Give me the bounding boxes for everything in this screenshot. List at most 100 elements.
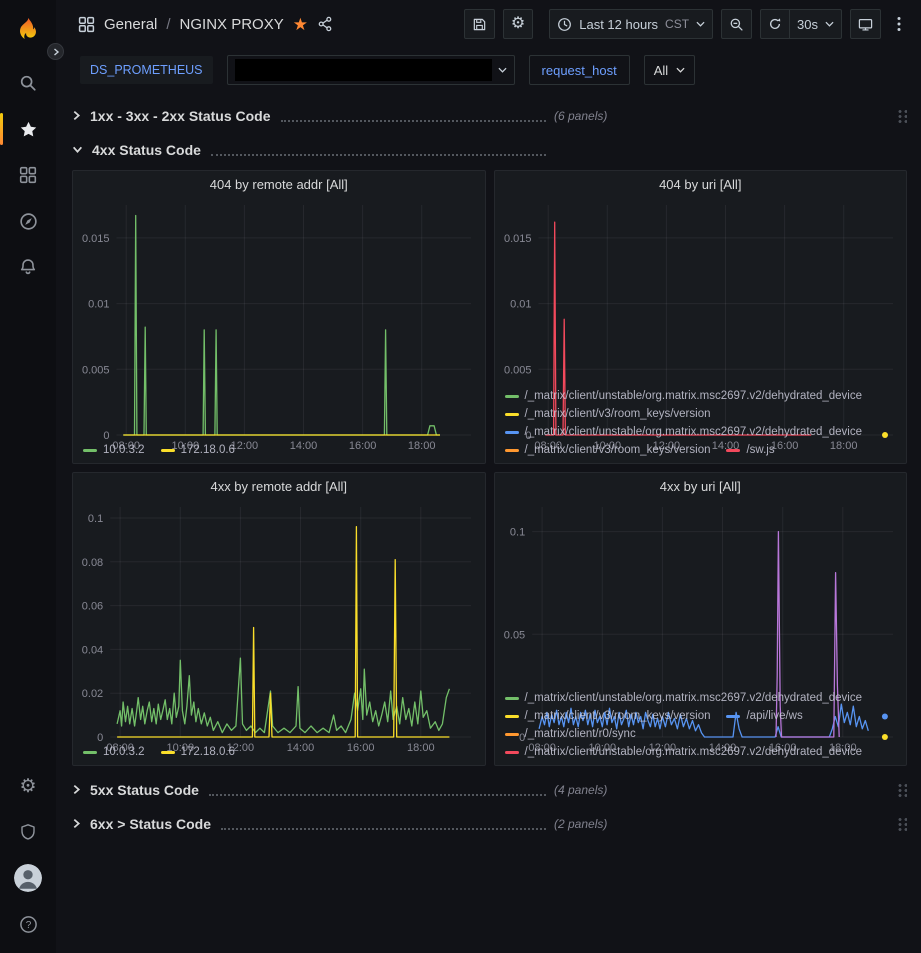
svg-text:0.04: 0.04 bbox=[82, 644, 103, 656]
panel-chart[interactable]: 00.050.108:0010:0012:0014:0016:0018:00 bbox=[495, 499, 907, 691]
panel-404-by-uri: 404 by uri [All] 00.0050.010.01508:0010:… bbox=[494, 170, 908, 464]
time-range-picker[interactable]: Last 12 hours CST bbox=[549, 9, 713, 39]
dashboard-header: General / NGINX PROXY ★ bbox=[56, 0, 921, 48]
legend-item[interactable]: /_matrix/client/v3/room_keys/version bbox=[505, 408, 711, 420]
grafana-flame-icon bbox=[13, 16, 43, 46]
refresh-group: 30s bbox=[760, 9, 842, 39]
toolbar: ⚙ Last 12 hours CST bbox=[464, 9, 909, 39]
row-drag-handle[interactable] bbox=[896, 108, 907, 123]
breadcrumb: General / NGINX PROXY ★ bbox=[78, 16, 464, 33]
zoom-out-time-button[interactable] bbox=[721, 9, 752, 39]
row-panel-count: (2 panels) bbox=[554, 817, 607, 831]
kebab-menu-icon bbox=[897, 16, 901, 32]
legend-item[interactable]: /_matrix/client/v3/room_keys/version bbox=[505, 710, 711, 722]
panel-title[interactable]: 404 by remote addr [All] bbox=[73, 171, 485, 197]
sidebar-item-starred[interactable] bbox=[0, 106, 56, 152]
legend-item[interactable]: /_matrix/client/unstable/org.matrix.msc2… bbox=[505, 746, 863, 758]
apps-icon[interactable] bbox=[78, 16, 95, 33]
sidebar-item-alerting[interactable] bbox=[0, 244, 56, 290]
sidebar-item-help[interactable]: ? bbox=[0, 901, 56, 947]
sidebar-item-profile[interactable] bbox=[0, 855, 56, 901]
legend-swatch bbox=[161, 751, 175, 754]
svg-text:0.08: 0.08 bbox=[82, 557, 103, 569]
panel-title[interactable]: 4xx by uri [All] bbox=[495, 473, 907, 499]
row-title: 4xx Status Code bbox=[92, 142, 201, 158]
svg-text:0.01: 0.01 bbox=[88, 299, 109, 311]
row-header-5xx[interactable]: 5xx Status Code (4 panels) bbox=[72, 776, 907, 803]
star-icon bbox=[19, 120, 38, 139]
share-button[interactable] bbox=[317, 16, 333, 32]
row-drag-handle[interactable] bbox=[896, 782, 907, 797]
sidebar-item-search[interactable] bbox=[0, 60, 56, 106]
svg-text:0.06: 0.06 bbox=[82, 601, 103, 613]
sidebar-item-configuration[interactable]: ⚙ bbox=[0, 763, 56, 809]
request-host-variable-select[interactable]: All bbox=[644, 55, 695, 85]
main-area: General / NGINX PROXY ★ bbox=[56, 0, 921, 953]
legend-item[interactable]: /_matrix/client/unstable/org.matrix.msc2… bbox=[505, 426, 863, 438]
legend-swatch bbox=[505, 697, 519, 700]
panel-chart[interactable]: 00.020.040.060.080.108:0010:0012:0014:00… bbox=[73, 499, 485, 745]
legend-item[interactable]: 172.18.0.6 bbox=[161, 444, 235, 456]
legend-swatch bbox=[505, 395, 519, 398]
dashboard-settings-button[interactable]: ⚙ bbox=[503, 9, 533, 39]
legend-label: 10.0.3.2 bbox=[103, 444, 145, 456]
legend-swatch bbox=[83, 751, 97, 754]
legend-item[interactable]: 10.0.3.2 bbox=[83, 746, 145, 758]
row-header-4xx[interactable]: 4xx Status Code bbox=[72, 136, 907, 163]
shield-icon bbox=[19, 823, 37, 841]
legend-label: /api/live/ws bbox=[746, 710, 802, 722]
legend-label: /_matrix/client/v3/room_keys/version bbox=[525, 444, 711, 456]
more-menu-button[interactable] bbox=[889, 9, 909, 39]
chevron-down-icon bbox=[825, 21, 834, 27]
favorite-star-icon[interactable]: ★ bbox=[293, 16, 308, 33]
svg-text:0.005: 0.005 bbox=[503, 364, 531, 376]
row-left: 4xx Status Code bbox=[72, 142, 554, 158]
panel-legend: /_matrix/client/unstable/org.matrix.msc2… bbox=[495, 691, 907, 765]
svg-text:0.02: 0.02 bbox=[82, 688, 103, 700]
datasource-variable-label[interactable]: DS_PROMETHEUS bbox=[80, 56, 213, 84]
legend-label: /_matrix/client/unstable/org.matrix.msc2… bbox=[525, 390, 863, 402]
panel-chart[interactable]: 00.0050.010.01508:0010:0012:0014:0016:00… bbox=[73, 197, 485, 443]
sidebar-item-explore[interactable] bbox=[0, 198, 56, 244]
row-title: 6xx > Status Code bbox=[90, 816, 211, 832]
gear-icon: ⚙ bbox=[511, 16, 525, 32]
refresh-button[interactable] bbox=[760, 9, 790, 39]
panel-chart[interactable]: 00.0050.010.01508:0010:0012:0014:0016:00… bbox=[495, 197, 907, 389]
panel-title[interactable]: 404 by uri [All] bbox=[495, 171, 907, 197]
save-dashboard-button[interactable] bbox=[464, 9, 495, 39]
row-left: 6xx > Status Code bbox=[72, 816, 554, 832]
sidebar-item-server-admin[interactable] bbox=[0, 809, 56, 855]
dashboard-title[interactable]: NGINX PROXY bbox=[180, 16, 284, 33]
legend-label: 10.0.3.2 bbox=[103, 746, 145, 758]
svg-text:0: 0 bbox=[97, 732, 103, 744]
breadcrumb-section[interactable]: General bbox=[104, 16, 157, 33]
row-header-1xx-3xx-2xx[interactable]: 1xx - 3xx - 2xx Status Code (6 panels) bbox=[72, 102, 907, 129]
legend-item[interactable]: 10.0.3.2 bbox=[83, 444, 145, 456]
chevron-down-icon bbox=[696, 21, 705, 27]
panel-legend: /_matrix/client/unstable/org.matrix.msc2… bbox=[495, 389, 907, 463]
legend-item[interactable]: /api/live/ws bbox=[726, 710, 802, 722]
request-host-variable-label[interactable]: request_host bbox=[529, 55, 630, 85]
legend-item[interactable]: /_matrix/client/v3/room_keys/version bbox=[505, 444, 711, 456]
legend-swatch bbox=[505, 733, 519, 736]
sidebar-expand-toggle[interactable] bbox=[47, 43, 64, 60]
row-drag-handle[interactable] bbox=[896, 816, 907, 831]
legend-item[interactable]: /sw.js bbox=[726, 444, 774, 456]
legend-label: /_matrix/client/unstable/org.matrix.msc2… bbox=[525, 692, 863, 704]
row-title: 5xx Status Code bbox=[90, 782, 199, 798]
legend-item[interactable]: 172.18.0.6 bbox=[161, 746, 235, 758]
svg-text:0.015: 0.015 bbox=[503, 233, 531, 245]
question-circle-icon: ? bbox=[19, 915, 38, 934]
time-zone-label: CST bbox=[665, 17, 689, 31]
legend-item[interactable]: /_matrix/client/r0/sync bbox=[505, 728, 636, 740]
svg-text:0.01: 0.01 bbox=[510, 299, 531, 311]
datasource-variable-select[interactable] bbox=[227, 55, 515, 85]
row-header-6xx[interactable]: 6xx > Status Code (2 panels) bbox=[72, 810, 907, 837]
legend-swatch bbox=[726, 449, 740, 452]
kiosk-mode-button[interactable] bbox=[850, 9, 881, 39]
legend-item[interactable]: /_matrix/client/unstable/org.matrix.msc2… bbox=[505, 692, 863, 704]
legend-item[interactable]: /_matrix/client/unstable/org.matrix.msc2… bbox=[505, 390, 863, 402]
sidebar-item-dashboards[interactable] bbox=[0, 152, 56, 198]
panel-title[interactable]: 4xx by remote addr [All] bbox=[73, 473, 485, 499]
refresh-interval-dropdown[interactable]: 30s bbox=[790, 9, 842, 39]
